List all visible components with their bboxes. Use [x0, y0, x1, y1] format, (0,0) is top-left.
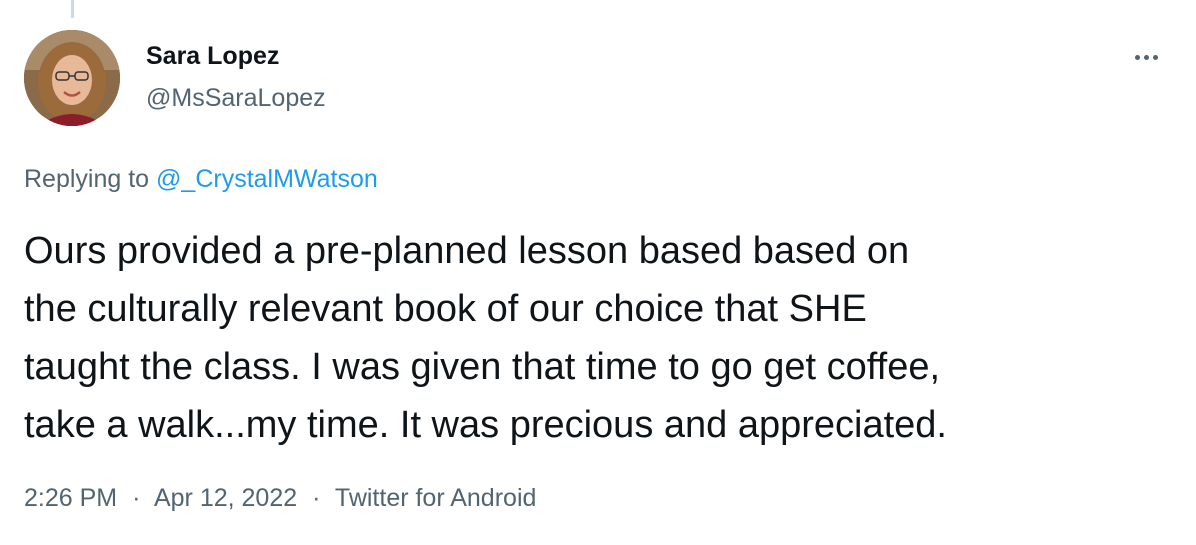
author-handle[interactable]: @MsSaraLopez: [146, 82, 326, 114]
author-display-name[interactable]: Sara Lopez: [146, 40, 326, 72]
tweet-source: Twitter for Android: [334, 484, 537, 512]
replying-to-label: Replying to: [24, 165, 150, 193]
tweet-date-link[interactable]: Apr 12, 2022: [154, 484, 297, 512]
avatar[interactable]: [24, 30, 120, 126]
thread-connector-line: [71, 0, 74, 18]
tweet-author[interactable]: Sara Lopez @MsSaraLopez: [146, 40, 326, 114]
meta-separator: ·: [132, 484, 141, 512]
tweet-text: Ours provided a pre-planned lesson based…: [24, 230, 947, 446]
tweet-time-link[interactable]: 2:26 PM: [24, 484, 117, 512]
replying-to-handle-link[interactable]: @_CrystalMWatson: [156, 165, 378, 193]
tweet-meta: 2:26 PM · Apr 12, 2022 · Twitter for And…: [24, 481, 536, 515]
ellipsis-icon: [1134, 54, 1140, 60]
replying-to: Replying to @_CrystalMWatson: [24, 162, 378, 196]
meta-separator: ·: [312, 484, 321, 512]
more-options-button[interactable]: [1126, 40, 1166, 74]
avatar-photo: [24, 30, 120, 126]
